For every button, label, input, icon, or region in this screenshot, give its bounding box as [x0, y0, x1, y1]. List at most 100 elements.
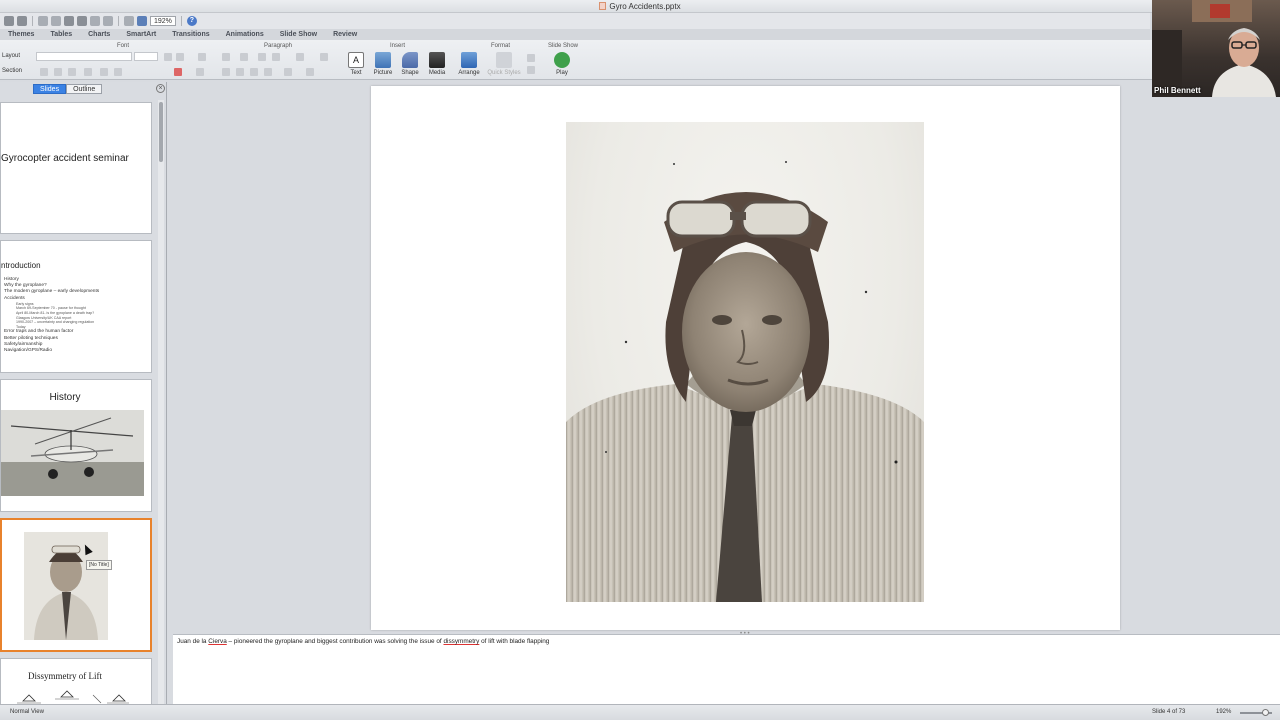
arrange-button[interactable]: Arrange [455, 52, 483, 76]
align-center-icon[interactable] [236, 68, 244, 76]
shape-line-icon[interactable] [527, 66, 535, 74]
font-name-field[interactable] [36, 52, 132, 61]
thumbnail-title: Dissymmetry of Lift [28, 671, 102, 681]
line-spacing-icon[interactable] [296, 53, 304, 61]
strikethrough-icon[interactable] [84, 68, 92, 76]
tab-charts[interactable]: Charts [80, 29, 118, 40]
bold-icon[interactable] [40, 68, 48, 76]
slide-position: Slide 4 of 73 [1152, 709, 1186, 715]
insert-shape-label: Shape [401, 70, 419, 76]
tab-slide-show[interactable]: Slide Show [272, 29, 325, 40]
shape-fill-icon[interactable] [527, 54, 535, 62]
align-left-icon[interactable] [222, 68, 230, 76]
participant-name: Phil Bennett [1154, 86, 1201, 95]
insert-media-label: Media [428, 70, 446, 76]
tab-tables[interactable]: Tables [42, 29, 80, 40]
close-sidebar-icon[interactable]: × [156, 84, 165, 93]
thumbnail-bullets: History Why the gyroplane? The modern gy… [4, 277, 99, 354]
portrait-photo[interactable] [566, 122, 924, 602]
text-direction-icon[interactable] [284, 68, 292, 76]
undo-icon[interactable] [90, 16, 100, 26]
current-slide[interactable] [371, 86, 1120, 630]
clear-format-icon[interactable] [198, 53, 206, 61]
format-painter-icon[interactable] [77, 16, 87, 26]
tab-transitions[interactable]: Transitions [164, 29, 217, 40]
webcam-overlay: Phil Bennett [1152, 0, 1280, 97]
slide-thumbnail-4[interactable]: [No Title] [0, 518, 152, 652]
redo-icon[interactable] [103, 16, 113, 26]
notes-text-start: Juan de la [177, 638, 209, 645]
zoom-slider-knob[interactable] [1262, 709, 1269, 716]
zoom-select[interactable]: 192% [150, 16, 176, 26]
highlight-icon[interactable] [196, 68, 204, 76]
picture-icon [375, 52, 391, 68]
copy-icon[interactable] [51, 16, 61, 26]
tab-animations[interactable]: Animations [218, 29, 272, 40]
play-icon [554, 52, 570, 68]
section-button[interactable]: Section [2, 68, 22, 74]
slide-thumbnail-3[interactable]: History [0, 379, 152, 512]
quick-styles-button[interactable]: Quick Styles [486, 52, 522, 76]
save-icon[interactable] [4, 16, 14, 26]
numbering-icon[interactable] [240, 53, 248, 61]
decrease-indent-icon[interactable] [258, 53, 266, 61]
slide-sorter-icon[interactable] [124, 16, 134, 26]
italic-icon[interactable] [54, 68, 62, 76]
thumbnail-title: Gyrocopter accident seminar [1, 153, 129, 164]
media-browser-icon[interactable] [137, 16, 147, 26]
insert-group-label: Insert [390, 43, 406, 49]
underline-icon[interactable] [68, 68, 76, 76]
tab-outline[interactable]: Outline [66, 84, 103, 94]
superscript-icon[interactable] [100, 68, 108, 76]
insert-shape-button[interactable]: Shape [396, 52, 424, 76]
view-mode-label[interactable]: Normal View [10, 709, 44, 715]
autogyro-photo-thumbnail [1, 410, 144, 496]
paste-icon[interactable] [64, 16, 74, 26]
shape-icon [402, 52, 418, 68]
slide-thumbnail-5[interactable]: Dissymmetry of Lift [0, 658, 152, 704]
tab-slides[interactable]: Slides [33, 84, 67, 94]
bullets-icon[interactable] [222, 53, 230, 61]
tab-themes[interactable]: Themes [0, 29, 42, 40]
slide-thumbnail-2[interactable]: ntroduction History Why the gyroplane? T… [0, 240, 152, 373]
status-zoom[interactable]: 192% [1216, 709, 1231, 715]
subscript-icon[interactable] [114, 68, 122, 76]
align-right-icon[interactable] [250, 68, 258, 76]
text-box-icon: A [348, 52, 364, 68]
webcam-video [1152, 0, 1276, 97]
slides-sidebar: Slides Outline × Gyrocopter accident sem… [0, 82, 167, 704]
toolbar-separator [118, 16, 119, 26]
font-color-icon[interactable] [174, 68, 182, 76]
columns-icon[interactable] [320, 53, 328, 61]
sidebar-scrollbar[interactable] [158, 100, 164, 704]
status-bar: Normal View Slide 4 of 73 192% [0, 704, 1280, 720]
vertical-align-icon[interactable] [306, 68, 314, 76]
slide-show-group-label: Slide Show [548, 43, 579, 49]
tab-smartart[interactable]: SmartArt [118, 29, 164, 40]
toolbar-separator [32, 16, 33, 26]
insert-picture-label: Picture [373, 70, 393, 76]
thumbnail-title: ntroduction [1, 261, 41, 270]
insert-media-button[interactable]: Media [423, 52, 451, 76]
portrait-photo-image [566, 161, 924, 602]
shrink-font-icon[interactable] [176, 53, 184, 61]
thumbnail-title: History [49, 392, 81, 403]
document-icon [599, 2, 607, 10]
play-button[interactable]: Play [548, 52, 576, 76]
justify-icon[interactable] [264, 68, 272, 76]
layout-button[interactable]: Layout [2, 53, 20, 59]
help-icon[interactable]: ? [186, 16, 197, 26]
insert-picture-button[interactable]: Picture [369, 52, 397, 76]
slide-thumbnail-1[interactable]: Gyrocopter accident seminar [0, 102, 152, 234]
cut-icon[interactable] [38, 16, 48, 26]
print-icon[interactable] [17, 16, 27, 26]
tab-review[interactable]: Review [325, 29, 365, 40]
notes-pane[interactable]: Juan de la Cierva – pioneered the gyropl… [173, 634, 1280, 704]
sidebar-scrollbar-thumb[interactable] [159, 102, 163, 162]
font-size-field[interactable] [134, 52, 158, 61]
notes-text-middle: – pioneered the gyroplane and biggest co… [226, 638, 444, 645]
grow-font-icon[interactable] [164, 53, 172, 61]
insert-text-button[interactable]: A Text [342, 52, 370, 76]
ribbon: Layout Section Font Paragraph Insert A T… [0, 40, 1280, 80]
increase-indent-icon[interactable] [272, 53, 280, 61]
